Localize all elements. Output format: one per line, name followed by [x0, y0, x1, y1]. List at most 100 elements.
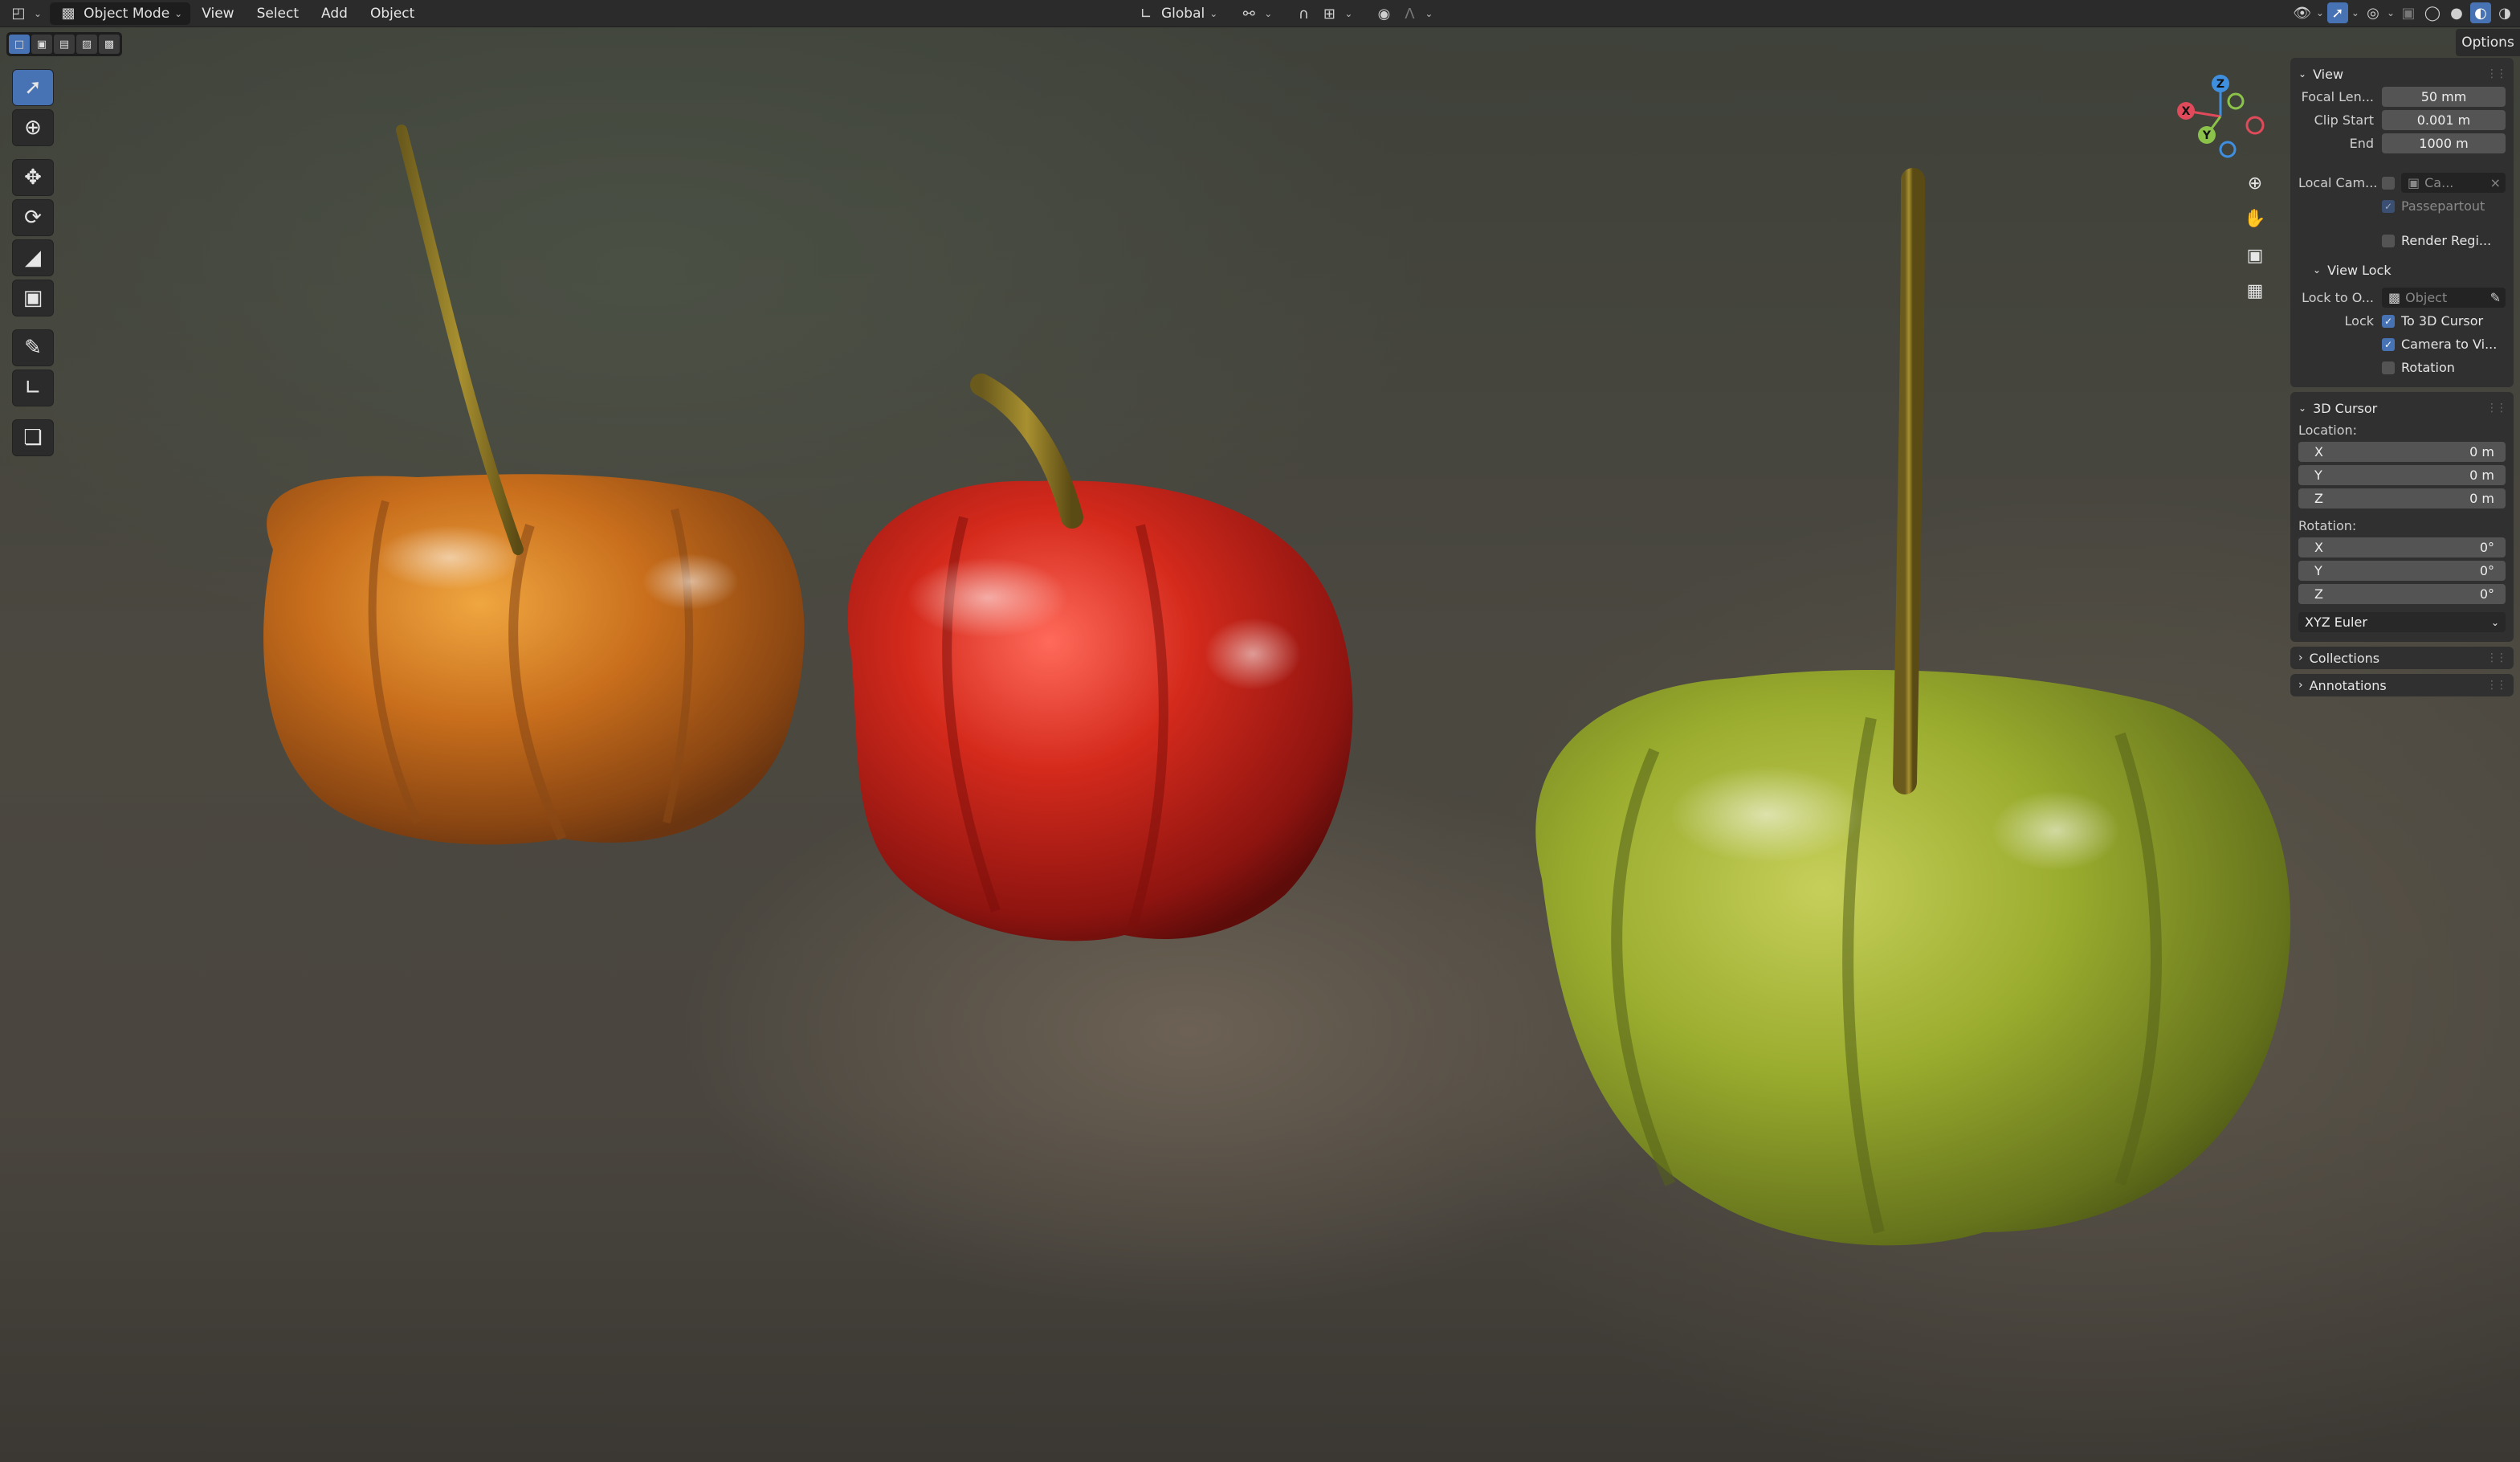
- gizmo-neg-y[interactable]: [2227, 92, 2245, 110]
- chevron-down-icon[interactable]: ⌄: [2316, 7, 2324, 18]
- crosshair-icon: ⊕: [24, 116, 42, 140]
- mode-dropdown[interactable]: ▩ Object Mode ⌄: [50, 2, 191, 25]
- select-extend-icon[interactable]: ▣: [31, 35, 52, 54]
- focal-length-row: Focal Len... 50 mm: [2298, 85, 2506, 108]
- rotation-mode-value: XYZ Euler: [2305, 615, 2367, 630]
- eyedropper-icon[interactable]: ✎: [2490, 290, 2506, 305]
- transform-orientation-dropdown[interactable]: ∟ Global ⌄: [1127, 2, 1225, 25]
- navigation-gizmo[interactable]: Z X Y: [2168, 72, 2273, 161]
- rotation-x-row: X 0°: [2298, 536, 2506, 559]
- view-lock-header[interactable]: ⌄ View Lock: [2298, 259, 2506, 281]
- chevron-right-icon: ›: [2298, 679, 2303, 692]
- select-invert-icon[interactable]: ▨: [76, 35, 97, 54]
- drag-grip-icon[interactable]: ⋮⋮: [2486, 679, 2507, 692]
- drag-grip-icon[interactable]: ⋮⋮: [2486, 651, 2507, 664]
- annotations-header[interactable]: › Annotations ⋮⋮: [2298, 674, 2507, 696]
- menu-view[interactable]: View: [190, 6, 245, 22]
- perspective-grid-icon[interactable]: ▦: [2239, 275, 2271, 307]
- editor-type-button[interactable]: ◰ ⌄: [0, 2, 50, 25]
- snap-toggle[interactable]: ∩ ⊞ ⌄: [1285, 2, 1360, 25]
- cursor-tool[interactable]: ⊕: [12, 109, 54, 146]
- axis-value: 0°: [2479, 563, 2494, 578]
- pencil-icon: ✎: [24, 336, 42, 360]
- select-intersect-icon[interactable]: ▩: [99, 35, 120, 54]
- measure-tool[interactable]: ∟: [12, 370, 54, 406]
- wireframe-shading-icon[interactable]: ◯: [2422, 2, 2443, 23]
- focal-length-field[interactable]: 50 mm: [2382, 87, 2506, 107]
- rotation-y-field[interactable]: Y 0°: [2298, 561, 2506, 581]
- clip-start-field[interactable]: 0.001 m: [2382, 110, 2506, 130]
- gizmo-neg-x[interactable]: [2245, 116, 2265, 135]
- drag-grip-icon[interactable]: ⋮⋮: [2486, 402, 2507, 415]
- proportional-edit-toggle[interactable]: ◉ Λ ⌄: [1365, 2, 1441, 25]
- axis-value: 0°: [2479, 540, 2494, 555]
- annotate-tool[interactable]: ✎: [12, 329, 54, 366]
- options-button[interactable]: Options: [2456, 29, 2520, 56]
- cursor-arrow-icon: ➚: [24, 76, 42, 100]
- rotation-z-field[interactable]: Z 0°: [2298, 584, 2506, 604]
- drag-grip-icon[interactable]: ⋮⋮: [2486, 67, 2507, 80]
- rotation-x-field[interactable]: X 0°: [2298, 537, 2506, 557]
- menu-select[interactable]: Select: [246, 6, 310, 22]
- scale-tool[interactable]: ◢: [12, 239, 54, 276]
- location-z-field[interactable]: Z 0 m: [2298, 488, 2506, 508]
- select-subtract-icon[interactable]: ▤: [54, 35, 75, 54]
- camera-view-icon[interactable]: ▣: [2239, 239, 2271, 272]
- object-mode-icon: ▩: [61, 5, 75, 22]
- lock-label: Lock: [2344, 313, 2374, 329]
- material-shading-icon[interactable]: ◐: [2470, 2, 2491, 23]
- visibility-icon[interactable]: 👁: [2292, 2, 2313, 23]
- overlays-icon[interactable]: ◎: [2363, 2, 2383, 23]
- select-new-icon[interactable]: □: [9, 35, 30, 54]
- 3d-viewport[interactable]: [0, 27, 2520, 1462]
- local-camera-checkbox[interactable]: [2382, 176, 2395, 190]
- collections-panel[interactable]: › Collections ⋮⋮: [2290, 647, 2514, 669]
- rendered-shading-icon[interactable]: ◑: [2494, 2, 2515, 23]
- rotation-lock-checkbox[interactable]: [2382, 361, 2395, 374]
- rotate-tool[interactable]: ⟳: [12, 199, 54, 236]
- camera-to-view-checkbox[interactable]: ✓: [2382, 337, 2395, 351]
- collections-header[interactable]: › Collections ⋮⋮: [2298, 647, 2507, 669]
- location-x-field[interactable]: X 0 m: [2298, 442, 2506, 462]
- red-pepper[interactable]: [847, 374, 1353, 941]
- chevron-down-icon: ⌄: [1264, 8, 1273, 19]
- clear-x-icon[interactable]: ×: [2490, 175, 2506, 190]
- zoom-icon[interactable]: ⊕: [2239, 167, 2271, 199]
- collections-title: Collections: [2309, 650, 2380, 666]
- transform-tool[interactable]: ▣: [12, 280, 54, 316]
- select-box-tool[interactable]: ➚: [12, 69, 54, 106]
- local-camera-field[interactable]: ▣ Ca... ×: [2401, 173, 2506, 193]
- editor-type-icon: ◰: [11, 5, 26, 22]
- chevron-down-icon[interactable]: ⌄: [2387, 7, 2395, 18]
- view-panel-header[interactable]: ⌄ View ⋮⋮: [2298, 63, 2507, 85]
- green-pepper[interactable]: [1535, 168, 2291, 1246]
- chevron-down-icon[interactable]: ⌄: [2351, 7, 2359, 18]
- move-tool[interactable]: ✥: [12, 159, 54, 196]
- rotation-mode-dropdown[interactable]: XYZ Euler ⌄: [2298, 612, 2506, 632]
- pan-hand-icon[interactable]: ✋: [2239, 202, 2271, 235]
- sidebar-n-panel: ⌄ View ⋮⋮ Focal Len... 50 mm Clip Start …: [2290, 58, 2514, 701]
- lock-to-object-label: Lock to O...: [2302, 290, 2374, 305]
- chevron-down-icon: ⌄: [2313, 264, 2322, 276]
- annotations-panel[interactable]: › Annotations ⋮⋮: [2290, 674, 2514, 696]
- menu-add[interactable]: Add: [310, 6, 359, 22]
- lock-to-object-field[interactable]: ▩ Object ✎: [2382, 288, 2506, 308]
- render-region-checkbox[interactable]: [2382, 234, 2395, 247]
- passepartout-checkbox[interactable]: ✓: [2382, 199, 2395, 213]
- gizmo-toggle-icon[interactable]: ➚: [2326, 2, 2348, 23]
- solid-shading-icon[interactable]: ●: [2446, 2, 2467, 23]
- gizmo-neg-z[interactable]: [2219, 141, 2237, 158]
- passepartout-row: ✓ Passepartout: [2298, 194, 2506, 218]
- orange-pepper[interactable]: [263, 125, 805, 845]
- xray-icon[interactable]: ▣: [2398, 2, 2419, 23]
- camera-icon: ▣: [2408, 175, 2420, 190]
- add-cube-tool[interactable]: ❏: [12, 419, 54, 456]
- gizmo-y-label: Y: [2202, 129, 2212, 142]
- menu-object[interactable]: Object: [359, 6, 426, 22]
- clip-end-field[interactable]: 1000 m: [2382, 133, 2506, 153]
- location-y-field[interactable]: Y 0 m: [2298, 465, 2506, 485]
- pivot-point-dropdown[interactable]: ⚯ ⌄: [1230, 2, 1280, 25]
- 3d-cursor-header[interactable]: ⌄ 3D Cursor ⋮⋮: [2298, 397, 2507, 419]
- location-x-row: X 0 m: [2298, 440, 2506, 464]
- to-3d-cursor-checkbox[interactable]: ✓: [2382, 314, 2395, 328]
